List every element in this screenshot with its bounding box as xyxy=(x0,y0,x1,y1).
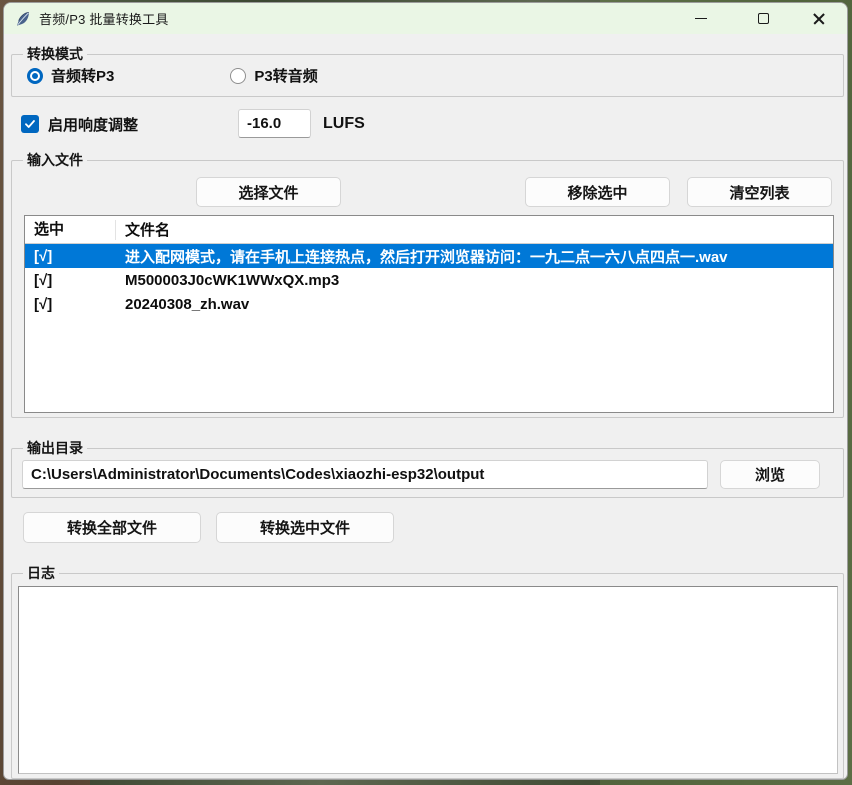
radio-on-icon xyxy=(27,68,43,84)
row-checked-cell[interactable]: [√] xyxy=(25,248,116,265)
close-button[interactable] xyxy=(802,3,836,34)
input-files-group-label: 输入文件 xyxy=(23,151,87,170)
check-icon xyxy=(24,118,36,130)
convert-selected-button[interactable]: 转换选中文件 xyxy=(216,512,394,543)
titlebar: 音频/P3 批量转换工具 xyxy=(4,3,847,34)
mode-group-label: 转换模式 xyxy=(23,45,87,64)
row-checked-cell[interactable]: [√] xyxy=(25,272,116,289)
mode-groupbox: 转换模式 音频转P3 P3转音频 xyxy=(11,54,844,97)
row-filename-cell[interactable]: 20240308_zh.wav xyxy=(116,296,833,313)
loudness-row: 启用响度调整 LUFS xyxy=(21,109,831,139)
select-files-button[interactable]: 选择文件 xyxy=(196,177,341,207)
minimize-button[interactable] xyxy=(684,3,718,34)
output-dir-label: 输出目录 xyxy=(23,439,87,458)
app-window: 音频/P3 批量转换工具 转换模式 音频转P3 P3转音频 启用响度调整 LUF… xyxy=(3,2,848,780)
radio-audio-to-p3-label: 音频转P3 xyxy=(51,65,114,86)
action-buttons-row: 转换全部文件 转换选中文件 xyxy=(23,512,394,543)
lufs-unit-label: LUFS xyxy=(323,115,365,133)
file-table-body: [√]进入配网模式，请在手机上连接热点，然后打开浏览器访问：一九二点一六八点四点… xyxy=(25,244,833,316)
window-title: 音频/P3 批量转换工具 xyxy=(39,9,169,28)
table-row[interactable]: [√]进入配网模式，请在手机上连接热点，然后打开浏览器访问：一九二点一六八点四点… xyxy=(25,244,833,268)
file-table: 选中 文件名 [√]进入配网模式，请在手机上连接热点，然后打开浏览器访问：一九二… xyxy=(24,215,834,413)
log-group-label: 日志 xyxy=(23,564,59,583)
table-row[interactable]: [√]20240308_zh.wav xyxy=(25,292,833,316)
remove-selected-button[interactable]: 移除选中 xyxy=(525,177,670,207)
row-filename-cell[interactable]: 进入配网模式，请在手机上连接热点，然后打开浏览器访问：一九二点一六八点四点一.w… xyxy=(116,246,833,267)
minimize-icon xyxy=(695,18,707,19)
log-textarea[interactable] xyxy=(18,586,838,774)
column-header-checked[interactable]: 选中 xyxy=(25,220,116,240)
table-row[interactable]: [√]M500003J0cWK1WWxQX.mp3 xyxy=(25,268,833,292)
maximize-button[interactable] xyxy=(746,3,780,34)
convert-all-button[interactable]: 转换全部文件 xyxy=(23,512,201,543)
radio-p3-to-audio[interactable]: P3转音频 xyxy=(230,65,317,86)
maximize-icon xyxy=(758,13,769,24)
python-feather-icon xyxy=(15,11,31,27)
column-header-filename[interactable]: 文件名 xyxy=(116,219,833,240)
loudness-checkbox[interactable] xyxy=(21,115,39,133)
close-icon xyxy=(812,12,826,26)
log-groupbox: 日志 xyxy=(11,573,844,779)
radio-audio-to-p3[interactable]: 音频转P3 xyxy=(27,65,114,86)
radio-off-icon xyxy=(230,68,246,84)
mode-radio-row: 音频转P3 P3转音频 xyxy=(27,65,318,86)
input-files-groupbox: 输入文件 选择文件 移除选中 清空列表 选中 文件名 [√]进入配网模式，请在手… xyxy=(11,160,844,418)
file-table-header: 选中 文件名 xyxy=(25,216,833,244)
loudness-checkbox-label: 启用响度调整 xyxy=(48,114,138,135)
clear-list-button[interactable]: 清空列表 xyxy=(687,177,832,207)
output-path-input[interactable] xyxy=(22,460,708,489)
output-dir-groupbox: 输出目录 浏览 xyxy=(11,448,844,498)
row-filename-cell[interactable]: M500003J0cWK1WWxQX.mp3 xyxy=(116,272,833,289)
lufs-value-input[interactable] xyxy=(238,109,311,138)
row-checked-cell[interactable]: [√] xyxy=(25,296,116,313)
radio-p3-to-audio-label: P3转音频 xyxy=(254,65,317,86)
browse-button[interactable]: 浏览 xyxy=(720,460,820,489)
